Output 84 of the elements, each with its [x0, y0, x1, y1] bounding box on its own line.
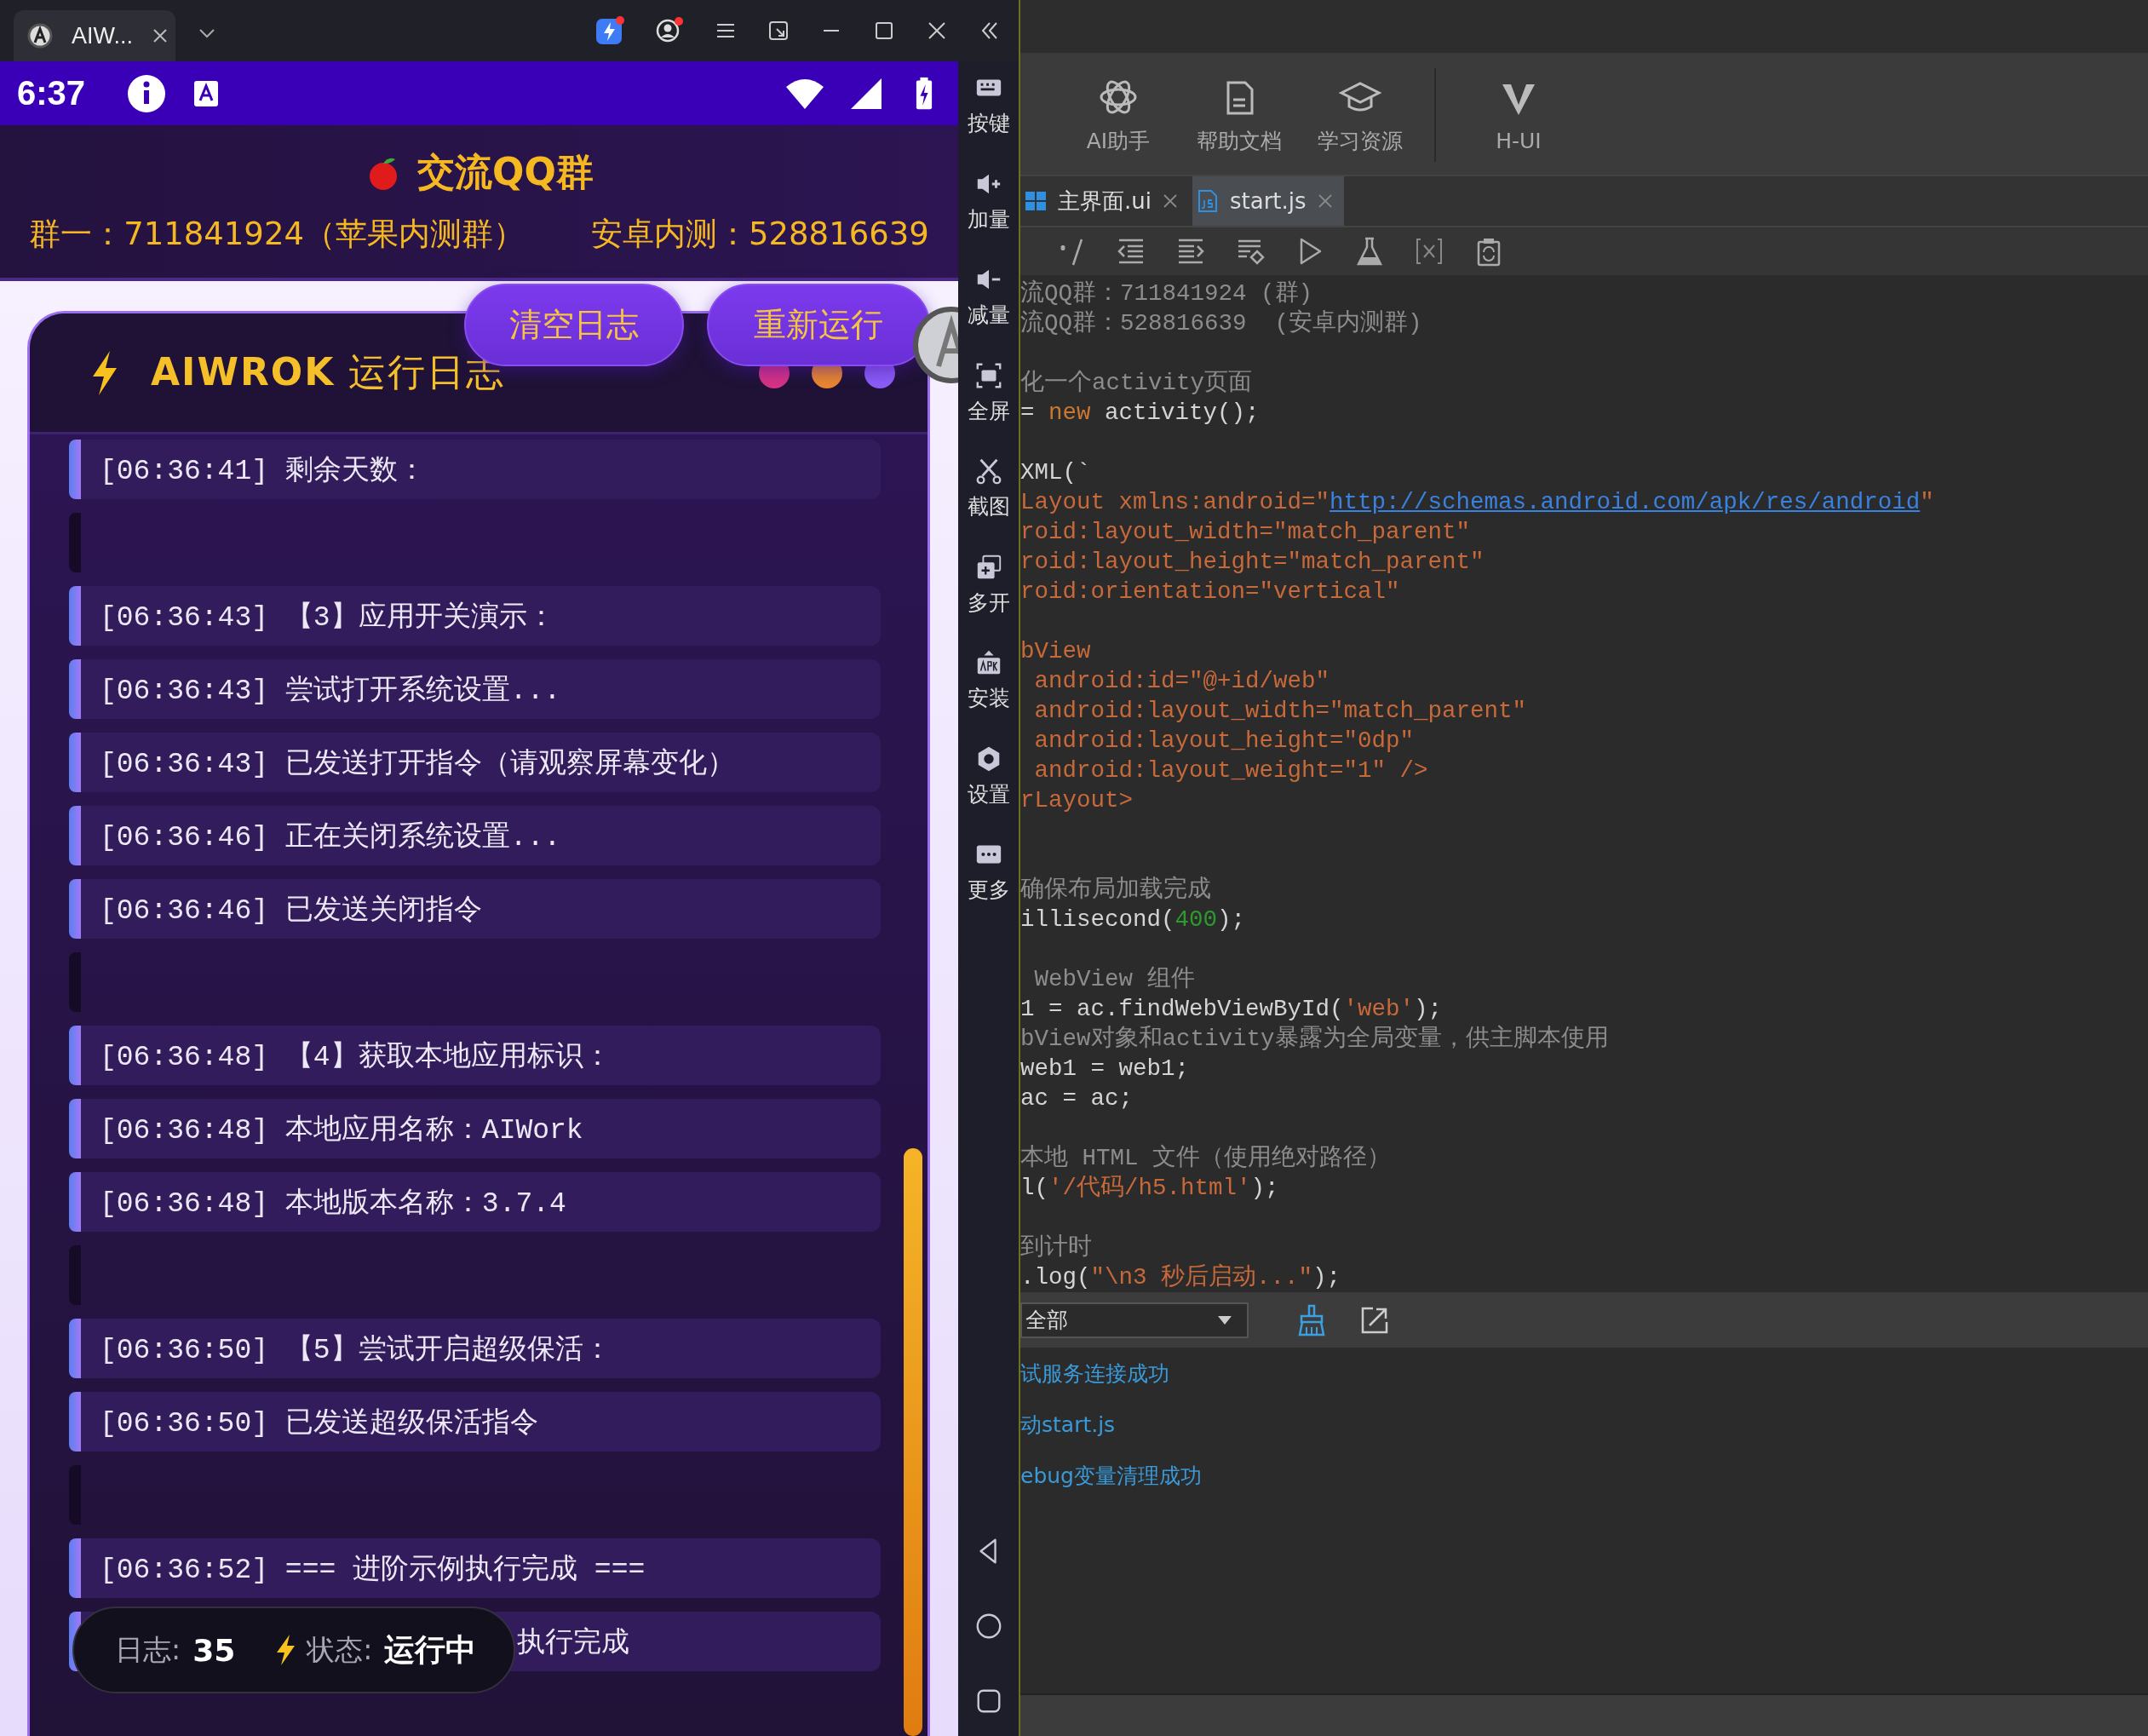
code-link[interactable]: http://schemas.android.com/apk/res/android: [1330, 489, 1921, 515]
variables-icon[interactable]: [1414, 236, 1444, 267]
toolbar-button[interactable]: 学习资源: [1313, 75, 1407, 155]
grid-icon: [1024, 189, 1048, 213]
code-line: 流QQ群：528816639 (安卓内测群): [1020, 308, 1422, 338]
code-line: ac = ac;: [1020, 1084, 1134, 1113]
code-line: bView对象和activity暴露为全局变量，供主脚本使用: [1020, 1024, 1609, 1054]
code-line: .log("\n3 秒后启动...");: [1020, 1262, 1341, 1292]
code-line: rLayout>: [1020, 786, 1134, 815]
code-line: 1 = ac.findWebViewById('web');: [1020, 995, 1443, 1024]
scroll-thumb[interactable]: [904, 1148, 922, 1736]
log-entry: [06:36:43] 尝试打开系统设置...: [69, 659, 881, 719]
rerun-button[interactable]: 重新运行: [707, 284, 930, 366]
side-tool-button[interactable]: 按键: [967, 73, 1010, 170]
filter-dropdown[interactable]: 全部: [1020, 1302, 1249, 1338]
code-line: 化一个activity页面: [1020, 369, 1253, 398]
side-tool-button[interactable]: 全屏: [967, 360, 1010, 457]
log-entry: [06:36:41] 剩余天数：: [69, 440, 881, 499]
console-message: 试服务连接成功: [1020, 1360, 1169, 1388]
tab-title: AIW...: [72, 22, 133, 49]
side-tool-button[interactable]: 安装: [967, 648, 1010, 744]
log-entry: [06:36:48] 【4】获取本地应用标识：: [69, 1026, 881, 1085]
code-line: roid:layout_width="match_parent": [1020, 518, 1471, 547]
side-tool-button[interactable]: 设置: [967, 744, 1010, 840]
code-line: WebView 组件: [1033, 965, 1195, 994]
code-line: l('/代码/h5.html');: [1020, 1174, 1279, 1203]
code-line: 流QQ群：711841924 (群): [1020, 279, 1313, 308]
code-line: bView: [1020, 637, 1091, 666]
console-message: 动start.js: [1020, 1411, 1116, 1439]
app-logo-icon: [27, 23, 53, 49]
close-icon[interactable]: [152, 27, 169, 44]
code-line: roid:orientation="vertical": [1020, 578, 1400, 606]
window-snap-icon[interactable]: [767, 19, 790, 43]
bolt-app-icon[interactable]: [594, 15, 625, 46]
info-icon: [126, 72, 168, 114]
log-count: 35: [192, 1632, 236, 1668]
log-entry: [06:36:43] 已发送打开指令（请观察屏幕变化）: [69, 733, 881, 792]
run-state: 运行中: [384, 1630, 477, 1669]
log-entry: [06:36:46] 正在关闭系统设置...: [69, 806, 881, 865]
log-entry: [06:36:46] 已发送关闭指令: [69, 879, 881, 939]
logo-icon: [913, 307, 958, 383]
empty-log-marker: [69, 1245, 81, 1305]
side-tool-button[interactable]: 加量: [967, 169, 1010, 265]
toolbar-button[interactable]: H-UI: [1472, 77, 1565, 153]
code-line: web1 = web1;: [1020, 1055, 1190, 1084]
console-message: ebug变量清理成功: [1020, 1463, 1202, 1490]
toolbar-button[interactable]: 帮助文档: [1192, 75, 1286, 155]
log-entry: [06:36:52] === 进阶示例执行完成 ===: [69, 1538, 881, 1598]
editor-tab[interactable]: start.js: [1192, 176, 1344, 226]
side-tool-button[interactable]: 更多: [967, 840, 1010, 936]
empty-log-marker: [69, 1465, 81, 1525]
code-line: android:layout_weight="1" />: [1033, 756, 1428, 785]
log-entry: [06:36:50] 已发送超级保活指令: [69, 1392, 881, 1451]
editor-tab[interactable]: 主界面.ui: [1020, 176, 1189, 226]
log-entry: [06:36:48] 本地版本名称：3.7.4: [69, 1172, 881, 1232]
code-line: illisecond(400);: [1020, 905, 1246, 934]
window-tab[interactable]: AIW...: [14, 10, 175, 61]
log-entry: [06:36:50] 【5】尝试开启超级保活：: [69, 1319, 881, 1378]
code-line: = new activity();: [1020, 399, 1260, 428]
code-text: Layout xmlns:android=": [1020, 489, 1330, 515]
log-entry: [06:36:43] 【3】应用开关演示：: [69, 586, 881, 646]
status-time: 6:37: [17, 74, 86, 112]
group-title: 交流QQ群: [417, 149, 594, 195]
side-tool-button[interactable]: 减量: [967, 265, 1010, 361]
code-line: XML(`: [1020, 458, 1091, 487]
log-count-label: 日志:: [115, 1631, 181, 1668]
group-info: 群一：711841924（苹果内测群）: [29, 215, 525, 254]
side-tool-button[interactable]: 多开: [967, 552, 1010, 648]
flask-icon[interactable]: [1354, 236, 1385, 267]
empty-log-marker: [69, 952, 81, 1012]
group-info: 安卓内测：528816639: [591, 215, 929, 254]
log-entry: [06:36:48] 本地应用名称：AIWork: [69, 1099, 881, 1158]
empty-log-marker: [69, 513, 81, 572]
code-line: 确保布局加载完成: [1020, 875, 1211, 905]
code-line: android:id="@+id/web": [1033, 667, 1330, 696]
code-line: roid:layout_height="match_parent": [1020, 548, 1485, 577]
code-line: android:layout_height="0dp": [1033, 727, 1415, 756]
state-label: 状态:: [307, 1631, 373, 1668]
toolbar-button[interactable]: AI助手: [1071, 75, 1165, 155]
code-line: android:layout_width="match_parent": [1033, 697, 1527, 726]
code-line: 到计时: [1020, 1233, 1092, 1262]
code-line: 本地 HTML 文件（使用绝对路径）: [1020, 1143, 1392, 1173]
code-text: ": [1920, 489, 1934, 515]
side-tool-button[interactable]: 截图: [967, 457, 1010, 553]
